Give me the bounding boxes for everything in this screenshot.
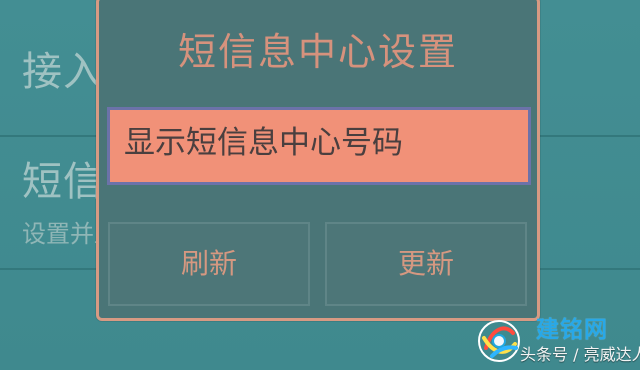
brand-logo-icon bbox=[478, 320, 520, 362]
source-watermark: 建铭网 头条号 / 亮威达人 bbox=[476, 316, 640, 368]
dialog-title: 短信息中心设置 bbox=[177, 30, 458, 74]
show-sms-center-number-label: 显示短信息中心号码 bbox=[124, 125, 403, 161]
refresh-button[interactable]: 刷新 bbox=[108, 222, 310, 306]
sms-center-settings-dialog: 短信息中心设置 显示短信息中心号码 刷新 更新 bbox=[96, 0, 540, 321]
show-sms-center-number-option[interactable]: 显示短信息中心号码 bbox=[107, 107, 531, 185]
update-button[interactable]: 更新 bbox=[325, 222, 527, 306]
watermark-brand: 建铭网 bbox=[536, 317, 608, 343]
watermark-source: 头条号 / 亮威达人 bbox=[520, 345, 640, 364]
